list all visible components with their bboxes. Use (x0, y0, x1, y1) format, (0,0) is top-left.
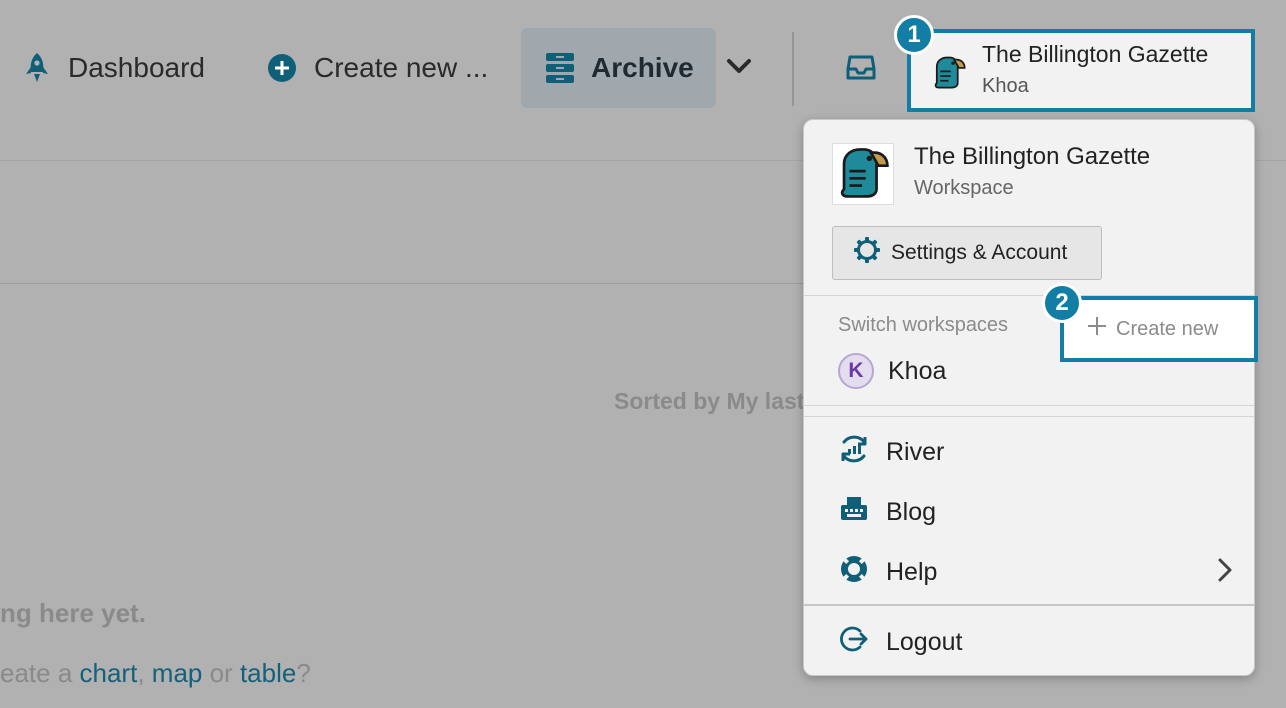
menu-item-blog[interactable]: Blog (838, 493, 936, 532)
menu-item-blog-label: Blog (886, 498, 937, 526)
switch-workspaces-label: Switch workspaces (838, 314, 1009, 336)
menu-item-logout[interactable]: Logout (838, 623, 962, 662)
dropdown-divider (804, 416, 1254, 417)
workspace-button-subtitle: Khoa (982, 75, 1029, 97)
rocket-icon (22, 51, 52, 85)
step-badge-1: 1 (894, 15, 934, 55)
dropdown-divider (804, 405, 1254, 406)
nav-dashboard[interactable]: Dashboard (22, 28, 205, 108)
settings-account-button[interactable]: Settings & Account (832, 226, 1102, 280)
menu-item-river[interactable]: River (838, 433, 944, 472)
nav-create-new-label: Create new ... (314, 52, 489, 83)
gear-icon (853, 236, 881, 270)
workspace-item-khoa[interactable]: K Khoa (838, 353, 946, 389)
menu-item-help-label: Help (886, 558, 938, 586)
nav-create-new[interactable]: Create new ... (266, 28, 488, 108)
dropdown-divider (804, 604, 1254, 606)
chevron-right-icon (1216, 557, 1234, 588)
menu-item-logout-label: Logout (886, 628, 963, 656)
empty-state-title: ng here yet. (0, 598, 146, 628)
create-new-workspace-label: Create new (1116, 317, 1219, 340)
content-divider (0, 283, 804, 284)
menu-item-river-label: River (886, 438, 945, 466)
workspace-logo (832, 143, 894, 205)
create-table-link[interactable]: table (240, 658, 296, 688)
plus-icon (1088, 317, 1106, 341)
empty-state-hint: eate a chart, map or table? (0, 658, 311, 689)
nav-dashboard-label: Dashboard (68, 52, 205, 83)
river-icon (838, 433, 870, 472)
inbox-icon[interactable] (846, 52, 876, 87)
nav-archive-label: Archive (591, 52, 694, 83)
archive-icon (545, 52, 575, 84)
create-chart-link[interactable]: chart (80, 658, 138, 688)
workspace-button-title: The Billington Gazette (982, 41, 1209, 67)
nav-divider (792, 32, 794, 106)
parrot-logo-icon (931, 53, 967, 96)
typewriter-icon (838, 493, 870, 532)
create-map-link[interactable]: map (152, 658, 203, 688)
nav-archive[interactable]: Archive (521, 28, 716, 108)
sorted-by-label: Sorted by My last (614, 388, 804, 414)
avatar: K (838, 353, 874, 389)
logout-icon (838, 623, 870, 662)
workspace-dropdown-menu: The Billington Gazette Workspace Setting… (803, 119, 1258, 676)
dropdown-workspace-subtitle: Workspace (914, 177, 1014, 199)
parrot-logo-icon (835, 144, 891, 205)
create-new-workspace-button[interactable]: Create new (1060, 296, 1258, 362)
empty-hint-prefix: eate a (0, 658, 80, 688)
empty-hint-or: or (202, 658, 240, 688)
empty-hint-comma: , (137, 658, 152, 688)
workspace-item-label: Khoa (888, 356, 947, 385)
plus-circle-icon (266, 52, 298, 84)
chevron-down-icon[interactable] (724, 50, 754, 89)
empty-hint-question: ? (296, 658, 311, 688)
menu-item-help[interactable]: Help (838, 553, 937, 592)
lifebuoy-icon (838, 553, 870, 592)
workspace-switcher-button[interactable]: The Billington Gazette Khoa (907, 29, 1255, 112)
settings-account-label: Settings & Account (891, 241, 1068, 264)
step-badge-2: 2 (1042, 283, 1082, 323)
dropdown-workspace-title: The Billington Gazette (914, 143, 1151, 170)
